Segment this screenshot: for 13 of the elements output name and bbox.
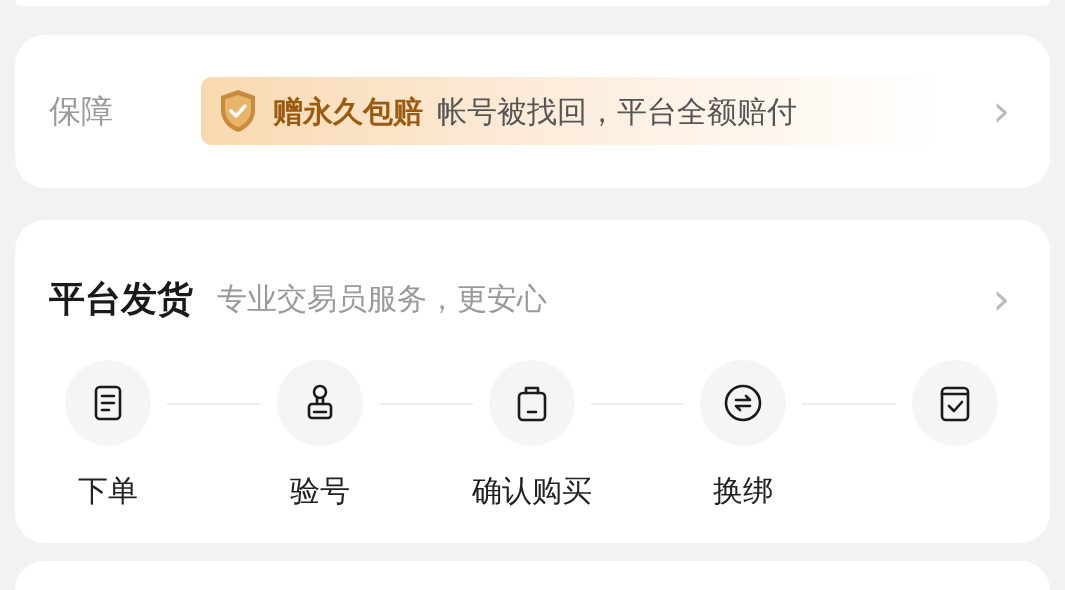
delivery-subtitle: 专业交易员服务，更安心 bbox=[217, 280, 548, 319]
step-label: 验号 bbox=[289, 471, 350, 510]
step-label: 下单 bbox=[78, 471, 138, 510]
chevron-icon: › bbox=[992, 89, 1010, 134]
step-label: 确认购买 bbox=[471, 471, 592, 510]
delivery-title: 平台发货 bbox=[49, 276, 193, 321]
step-label: 换绑 bbox=[713, 471, 774, 510]
delivery-header[interactable]: 平台发货 专业交易员服务，更安心 › bbox=[49, 271, 1010, 326]
guarantee-description: 帐号被找回，平台全额赔付 bbox=[437, 92, 797, 131]
chevron-icon: › bbox=[992, 276, 1010, 321]
guarantee-label: 保障 bbox=[49, 91, 114, 133]
guarantee-card[interactable]: 保障 赠永久包赔 帐号被找回，平台全额赔付 › bbox=[15, 34, 1050, 188]
guarantee-highlight-text: 赠永久包赔 bbox=[273, 92, 423, 131]
